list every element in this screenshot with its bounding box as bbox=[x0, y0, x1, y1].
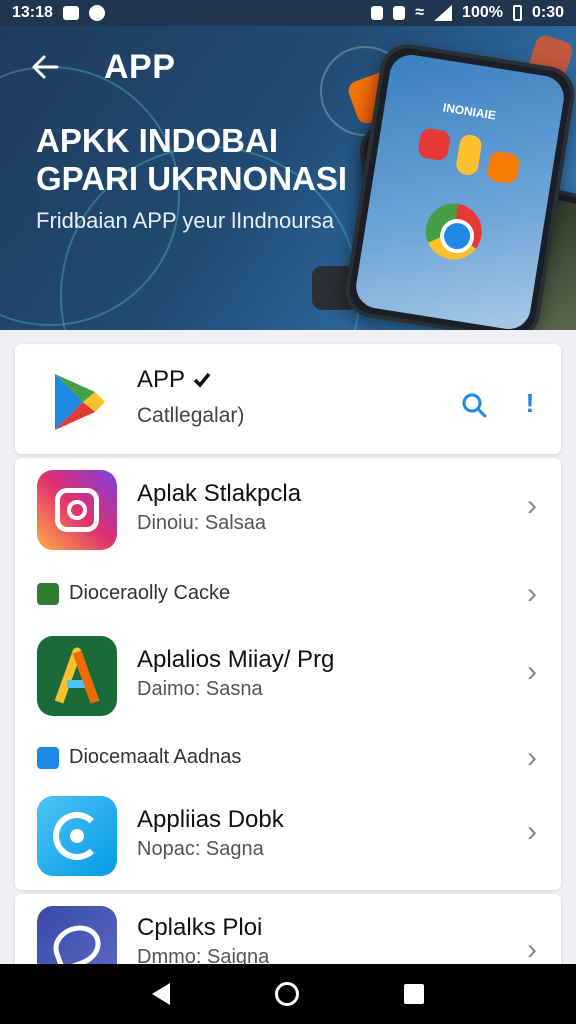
sync-app-icon bbox=[37, 796, 117, 876]
status-bar: 13:18 ≈ 100% 0:30 bbox=[0, 0, 576, 26]
exclamation-icon[interactable]: ! bbox=[523, 388, 537, 418]
app-name: Aplak Stlakpcla bbox=[137, 480, 302, 507]
a-letter-app-icon bbox=[37, 636, 117, 716]
section-label: Diocemaalt Aadnas bbox=[69, 746, 242, 768]
nfc-icon bbox=[393, 6, 406, 20]
list-section[interactable]: Dioceraolly Cacke › bbox=[15, 574, 561, 614]
phone-screen-label: INONIAIE bbox=[441, 100, 497, 123]
search-icon[interactable] bbox=[461, 392, 487, 418]
nav-home-icon[interactable] bbox=[274, 982, 299, 1006]
phone-mockup-main: INONIAIE bbox=[341, 40, 576, 330]
app-list-card-2: Cplalks Ploi Dmmo: Saigna › bbox=[15, 894, 561, 974]
notification-icon bbox=[62, 6, 79, 20]
chevron-right-icon[interactable]: › bbox=[527, 743, 547, 773]
qr-icon bbox=[37, 583, 59, 605]
chevron-right-icon[interactable]: › bbox=[527, 579, 547, 609]
app-meta: Dinoiu: Salsaa bbox=[137, 512, 266, 534]
wifi-icon: ≈ bbox=[415, 4, 425, 21]
battery-icon bbox=[512, 5, 522, 21]
chevron-right-icon[interactable]: › bbox=[527, 935, 547, 965]
app-list-item[interactable]: Appliias Dobk Nopac: Sagna › bbox=[15, 786, 561, 890]
app-list-item[interactable]: Aplalios Miiay/ Prg Daimo: Sasna › bbox=[15, 624, 561, 730]
app-name: Appliias Dobk bbox=[137, 806, 284, 833]
status-clock-right: 0:30 bbox=[531, 4, 564, 21]
back-button[interactable] bbox=[30, 54, 60, 80]
app-header-card: APP Catllegalar) ! bbox=[15, 344, 561, 454]
app-notification-icon bbox=[88, 5, 105, 21]
signal-icon bbox=[434, 5, 453, 21]
nav-recents-icon[interactable] bbox=[403, 984, 424, 1004]
photo-icon bbox=[37, 747, 59, 769]
hero-title: APKK INDOBAI GPARI UKRNONASI bbox=[36, 122, 348, 197]
chevron-right-icon[interactable]: › bbox=[527, 817, 547, 847]
header-subtitle: Catllegalar) bbox=[137, 404, 245, 427]
chevron-right-icon[interactable]: › bbox=[527, 657, 547, 687]
phone-app-icon bbox=[486, 150, 521, 185]
arrow-left-icon bbox=[32, 55, 59, 79]
battery-percent: 100% bbox=[462, 4, 503, 21]
system-nav-bar bbox=[0, 964, 576, 1024]
app-meta: Nopac: Sagna bbox=[137, 838, 264, 860]
header-title: APP bbox=[137, 366, 186, 393]
app-list-item[interactable]: Cplalks Ploi Dmmo: Saigna › bbox=[15, 894, 561, 974]
chevron-right-icon[interactable]: › bbox=[527, 491, 547, 521]
app-name: Aplalios Miiay/ Prg bbox=[137, 646, 335, 673]
camera-app-icon bbox=[37, 470, 117, 550]
vibrate-icon bbox=[371, 6, 384, 20]
verified-icon bbox=[193, 372, 211, 388]
header-title-row: APP bbox=[137, 366, 211, 394]
chrome-icon bbox=[421, 199, 486, 264]
section-label: Dioceraolly Cacke bbox=[69, 582, 231, 604]
nav-back-icon[interactable] bbox=[152, 983, 171, 1005]
list-section[interactable]: Diocemaalt Aadnas › bbox=[15, 738, 561, 778]
hero-banner: APP APKK INDOBAI GPARI UKRNONASI Fridbai… bbox=[0, 26, 576, 330]
status-time: 13:18 bbox=[12, 4, 53, 21]
app-list-item[interactable]: Aplak Stlakpcla Dinoiu: Salsaa › bbox=[15, 458, 561, 564]
hero-brand: APP bbox=[104, 48, 176, 86]
letter-a-icon bbox=[54, 647, 100, 704]
app-name: Cplalks Ploi bbox=[137, 914, 263, 941]
app-list-card: Aplak Stlakpcla Dinoiu: Salsaa › Diocera… bbox=[15, 458, 561, 890]
play-store-icon bbox=[55, 374, 105, 430]
app-meta: Daimo: Sasna bbox=[137, 678, 263, 700]
hero-subtitle: Fridbaian APP yeur lIndnoursa bbox=[36, 208, 334, 233]
phone-app-icon bbox=[416, 127, 452, 162]
phone-app-icon bbox=[454, 133, 483, 177]
